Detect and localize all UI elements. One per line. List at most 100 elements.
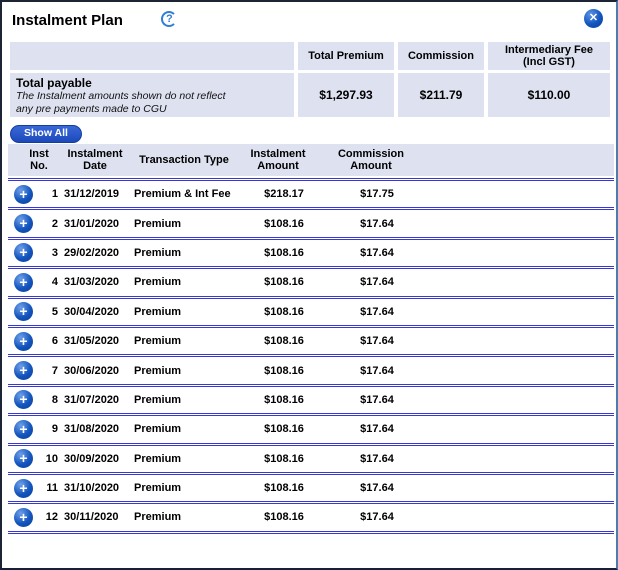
close-icon[interactable]: ✕ — [584, 9, 603, 28]
commission-amount: $17.64 — [360, 246, 394, 259]
transaction-type: Premium — [134, 217, 182, 230]
inst-no: 9 — [51, 423, 58, 436]
commission-amount: $17.64 — [360, 335, 394, 348]
expand-cell: + — [8, 302, 42, 322]
table-row: + 5 30/04/2020 Premium $108.16 $17.64 — [8, 299, 614, 328]
summary-header-row: Total Premium Commission Intermediary Fe… — [10, 42, 610, 70]
expand-cell: + — [8, 478, 42, 498]
page-title: Instalment Plan — [12, 12, 123, 29]
col-header-instalment-date: Instalment Date — [67, 148, 123, 172]
commission-amount: $17.64 — [360, 276, 394, 289]
instalment-date: 31/03/2020 — [64, 276, 120, 289]
expand-cell: + — [8, 184, 42, 204]
instalment-date: 30/09/2020 — [64, 452, 120, 465]
instalment-table-header: Inst No. Instalment Date Transaction Typ… — [8, 144, 614, 176]
inst-no: 3 — [51, 246, 58, 259]
inst-no: 4 — [51, 276, 58, 289]
expand-cell: + — [8, 214, 42, 234]
instalment-date: 31/05/2020 — [64, 335, 120, 348]
expand-plus-icon[interactable]: + — [14, 361, 33, 381]
instalment-amount: $108.16 — [264, 452, 304, 465]
expand-cell: + — [8, 272, 42, 292]
total-payable-label: Total payable — [16, 76, 92, 90]
inst-no: 6 — [51, 335, 58, 348]
instalment-date: 31/12/2019 — [64, 188, 120, 201]
expand-cell: + — [8, 361, 42, 381]
expand-cell: + — [8, 390, 42, 410]
intermediary-fee-value: $110.00 — [488, 73, 610, 117]
commission-amount: $17.64 — [360, 452, 394, 465]
table-row: + 11 31/10/2020 Premium $108.16 $17.64 — [8, 475, 614, 505]
instalment-amount: $108.16 — [264, 276, 304, 289]
expand-plus-icon[interactable]: + — [14, 419, 33, 439]
summary-note-line1: The Instalment amounts shown do not refl… — [16, 90, 226, 102]
expand-plus-icon[interactable]: + — [14, 390, 33, 410]
summary-header-spacer — [10, 42, 294, 70]
summary-header-commission: Commission — [398, 42, 484, 70]
instalment-amount: $108.16 — [264, 305, 304, 318]
expand-plus-icon[interactable]: + — [14, 214, 33, 234]
col-header-inst-no: Inst No. — [29, 148, 49, 172]
title-bar: Instalment Plan ? ✕ — [2, 2, 616, 40]
expand-plus-icon[interactable]: + — [14, 449, 33, 469]
table-row: + 2 31/01/2020 Premium $108.16 $17.64 — [8, 210, 614, 240]
inst-no: 7 — [51, 364, 58, 377]
col-header-instalment-amount: Instalment Amount — [250, 148, 306, 172]
expand-cell: + — [8, 507, 42, 527]
expand-cell: + — [8, 419, 42, 439]
table-row: + 3 29/02/2020 Premium $108.16 $17.64 — [8, 240, 614, 270]
instalment-date: 31/10/2020 — [64, 482, 120, 495]
help-icon[interactable]: ? — [161, 11, 178, 27]
summary-note-line2: any pre payments made to CGU — [16, 103, 167, 115]
expand-plus-icon[interactable]: + — [14, 243, 33, 263]
instalment-date: 31/01/2020 — [64, 217, 120, 230]
commission-amount: $17.64 — [360, 217, 394, 230]
inst-no: 2 — [51, 217, 58, 230]
show-all-button[interactable]: Show All — [10, 125, 82, 143]
table-row: + 10 30/09/2020 Premium $108.16 $17.64 — [8, 446, 614, 475]
instalment-amount: $108.16 — [264, 393, 304, 406]
expand-plus-icon[interactable]: + — [14, 302, 33, 322]
commission-amount: $17.64 — [360, 511, 394, 524]
inst-no: 10 — [45, 452, 58, 465]
instalment-date: 31/08/2020 — [64, 423, 120, 436]
expand-cell: + — [8, 449, 42, 469]
summary-header-total-premium: Total Premium — [298, 42, 394, 70]
commission-amount: $17.64 — [360, 393, 394, 406]
transaction-type: Premium — [134, 246, 182, 259]
commission-value: $211.79 — [398, 73, 484, 117]
inst-no: 11 — [46, 482, 58, 495]
instalment-table: Inst No. Instalment Date Transaction Typ… — [8, 144, 614, 534]
instalment-date: 30/04/2020 — [64, 305, 120, 318]
instalment-date: 30/06/2020 — [64, 364, 120, 377]
commission-amount: $17.64 — [360, 364, 394, 377]
table-row: + 6 31/05/2020 Premium $108.16 $17.64 — [8, 328, 614, 358]
transaction-type: Premium — [134, 423, 182, 436]
expand-plus-icon[interactable]: + — [14, 184, 33, 204]
table-row: + 4 31/03/2020 Premium $108.16 $17.64 — [8, 269, 614, 299]
instalment-amount: $108.16 — [264, 217, 304, 230]
expand-plus-icon[interactable]: + — [14, 478, 33, 498]
instalment-rows: + 1 31/12/2019 Premium & Int Fee $218.17… — [8, 178, 614, 534]
col-header-commission-amount: Commission Amount — [337, 148, 404, 172]
instalment-date: 29/02/2020 — [64, 246, 120, 259]
col-header-transaction-type: Transaction Type — [139, 154, 229, 166]
instalment-amount: $108.16 — [264, 423, 304, 436]
transaction-type: Premium — [134, 305, 182, 318]
instalment-amount: $218.17 — [264, 188, 304, 201]
instalment-amount: $108.16 — [264, 364, 304, 377]
expand-plus-icon[interactable]: + — [14, 272, 33, 292]
transaction-type: Premium & Int Fee — [134, 188, 231, 201]
expand-plus-icon[interactable]: + — [14, 507, 33, 527]
summary-header-intermediary-fee: Intermediary Fee (Incl GST) — [488, 42, 610, 70]
instalment-amount: $108.16 — [264, 482, 304, 495]
table-row: + 12 30/11/2020 Premium $108.16 $17.64 — [8, 504, 614, 534]
inst-no: 12 — [45, 511, 58, 524]
instalment-amount: $108.16 — [264, 335, 304, 348]
instalment-plan-dialog: Instalment Plan ? ✕ Total Premium Commis… — [0, 0, 618, 570]
expand-plus-icon[interactable]: + — [14, 331, 33, 351]
inst-no: 8 — [51, 393, 58, 406]
inst-no: 5 — [51, 305, 58, 318]
commission-amount: $17.75 — [360, 188, 394, 201]
summary-table: Total Premium Commission Intermediary Fe… — [10, 42, 610, 117]
